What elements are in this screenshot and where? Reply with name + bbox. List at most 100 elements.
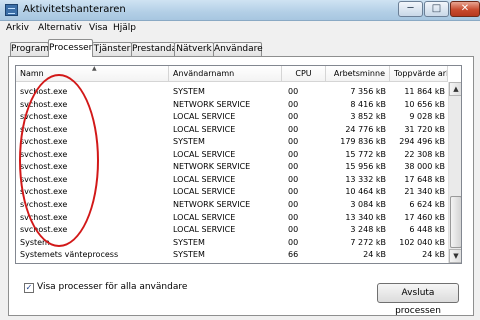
cell-cpu: 00 — [288, 137, 299, 147]
cell-process-name: svchost.exe — [20, 137, 68, 147]
table-row[interactable]: svchost.exe SYSTEM 00 179 836 kB 294 496 kB — [16, 136, 448, 149]
cell-cpu: 00 — [288, 162, 299, 172]
cell-process-name: Systemets vänteprocess — [20, 250, 119, 260]
maximize-button[interactable]: □ — [424, 1, 449, 17]
column-header-name-label: Namn — [20, 69, 44, 78]
cell-process-name: svchost.exe — [20, 99, 68, 109]
cell-username: SYSTEM — [173, 87, 205, 96]
cell-peak-working-set: 10 656 kB — [404, 99, 445, 109]
tab-natverk[interactable]: Nätverk — [174, 42, 214, 56]
table-row[interactable]: System SYSTEM 00 7 272 kB 102 040 kB — [16, 237, 448, 250]
cell-process-name: svchost.exe — [20, 187, 68, 197]
cell-username: LOCAL SERVICE — [173, 149, 236, 159]
cell-cpu: 66 — [288, 250, 299, 260]
tab-anvandare[interactable]: Användare — [213, 42, 263, 56]
cell-working-set: 179 836 kB — [340, 137, 386, 147]
client-area: Program Processer Tjänster Prestanda Nät… — [0, 36, 480, 320]
tab-prestanda[interactable]: Prestanda — [131, 42, 177, 56]
cell-username: SYSTEM — [173, 137, 205, 147]
cell-working-set: 10 464 kB — [345, 187, 386, 197]
scroll-down-button[interactable]: ▼ — [449, 249, 461, 263]
title-bar[interactable]: Aktivitetshanteraren ─ □ ✕ — [0, 0, 480, 21]
cell-peak-working-set: 31 720 kB — [404, 124, 445, 134]
cell-username: NETWORK SERVICE — [173, 162, 251, 172]
cell-cpu: 00 — [288, 187, 299, 197]
cell-username: LOCAL SERVICE — [173, 225, 236, 235]
column-header-name[interactable]: ▲ Namn — [16, 66, 169, 82]
end-process-button[interactable]: Avsluta processen — [377, 283, 459, 316]
minimize-button[interactable]: ─ — [398, 1, 423, 17]
process-list[interactable]: ▲ Namn Användarnamn CPU Arbetsminne Topp… — [15, 65, 462, 264]
cell-username: NETWORK SERVICE — [173, 99, 251, 109]
column-header-username[interactable]: Användarnamn — [169, 66, 282, 82]
cell-process-name: svchost.exe — [20, 124, 68, 134]
cell-process-name: svchost.exe — [20, 87, 68, 96]
cell-cpu: 00 — [288, 99, 299, 109]
table-row[interactable]: svchost.exe NETWORK SERVICE 00 3 084 kB 6 62… — [16, 199, 448, 212]
vertical-scrollbar[interactable]: ▲ ▼ — [448, 82, 461, 263]
cell-working-set: 13 332 kB — [345, 174, 386, 184]
cell-username: LOCAL SERVICE — [173, 124, 236, 134]
menu-arkiv[interactable]: Arkiv — [6, 23, 29, 33]
table-row[interactable]: svchost.exe LOCAL SERVICE 00 13 340 kB 17 46… — [16, 212, 448, 225]
cell-username: LOCAL SERVICE — [173, 112, 236, 122]
menu-visa[interactable]: Visa — [89, 23, 108, 33]
cell-username: LOCAL SERVICE — [173, 187, 236, 197]
cell-process-name: svchost.exe — [20, 149, 68, 159]
table-row[interactable]: svchost.exe NETWORK SERVICE 00 15 956 kB 38 … — [16, 161, 448, 174]
cell-peak-working-set: 22 308 kB — [404, 149, 445, 159]
table-row[interactable]: svchost.exe LOCAL SERVICE 00 15 772 kB 22 30… — [16, 149, 448, 162]
task-manager-icon — [5, 4, 18, 16]
cell-peak-working-set: 6 624 kB — [409, 199, 445, 209]
cell-working-set: 15 956 kB — [345, 162, 386, 172]
cell-peak-working-set: 17 648 kB — [404, 174, 445, 184]
table-row[interactable]: svchost.exe LOCAL SERVICE 00 24 776 kB 31 72… — [16, 124, 448, 137]
cell-peak-working-set: 9 028 kB — [409, 112, 445, 122]
cell-working-set: 3 248 kB — [350, 225, 386, 235]
cell-username: SYSTEM — [173, 250, 205, 260]
cell-process-name: svchost.exe — [20, 174, 68, 184]
show-all-processes-checkbox[interactable]: ✓ — [24, 283, 34, 293]
cell-working-set: 3 084 kB — [350, 199, 386, 209]
table-row[interactable]: svchost.exe LOCAL SERVICE 00 3 852 kB 9 028 … — [16, 111, 448, 124]
table-row[interactable]: svchost.exe LOCAL SERVICE 00 13 332 kB 17 64… — [16, 174, 448, 187]
cell-cpu: 00 — [288, 149, 299, 159]
menu-alternativ[interactable]: Alternativ — [38, 23, 82, 33]
table-row[interactable]: svchost.exe NETWORK SERVICE 00 8 416 kB 10 6… — [16, 99, 448, 112]
column-header-peak-working-set[interactable]: Toppvärde arb... — [390, 66, 448, 82]
cell-working-set: 8 416 kB — [350, 99, 386, 109]
cell-process-name: svchost.exe — [20, 199, 68, 209]
cell-peak-working-set: 21 340 kB — [404, 187, 445, 197]
cell-working-set: 13 340 kB — [345, 212, 386, 222]
cell-peak-working-set: 17 460 kB — [404, 212, 445, 222]
cell-cpu: 00 — [288, 87, 299, 96]
tab-program[interactable]: Program — [10, 42, 49, 56]
tab-tjanster[interactable]: Tjänster — [92, 42, 132, 56]
cell-username: LOCAL SERVICE — [173, 212, 236, 222]
cell-working-set: 3 852 kB — [350, 112, 386, 122]
table-row[interactable]: Systemets vänteprocess SYSTEM 66 24 kB 24 kB — [16, 249, 448, 262]
close-button[interactable]: ✕ — [450, 1, 480, 17]
cell-cpu: 00 — [288, 174, 299, 184]
cell-username: SYSTEM — [173, 237, 205, 247]
cell-process-name: svchost.exe — [20, 112, 68, 122]
cell-peak-working-set: 24 kB — [422, 250, 445, 260]
cell-cpu: 00 — [288, 199, 299, 209]
table-row[interactable]: svchost.exe LOCAL SERVICE 00 10 464 kB 21 34… — [16, 186, 448, 199]
cell-username: NETWORK SERVICE — [173, 199, 251, 209]
menu-hjalp[interactable]: Hjälp — [113, 23, 136, 33]
cell-cpu: 00 — [288, 124, 299, 134]
scroll-thumb[interactable] — [450, 196, 461, 248]
sort-ascending-icon: ▲ — [92, 66, 97, 72]
column-header-working-set[interactable]: Arbetsminne — [326, 66, 390, 82]
table-row[interactable]: svchost.exe LOCAL SERVICE 00 3 248 kB 6 448 … — [16, 224, 448, 237]
column-header-cpu[interactable]: CPU — [282, 66, 326, 82]
cell-username: LOCAL SERVICE — [173, 174, 236, 184]
table-row[interactable]: svchost.exe SYSTEM 00 7 356 kB 11 864 kB — [16, 86, 448, 99]
tab-processer[interactable]: Processer — [48, 39, 93, 57]
scroll-up-button[interactable]: ▲ — [449, 82, 461, 96]
show-all-processes-label[interactable]: Visa processer för alla användare — [37, 282, 187, 292]
cell-process-name: svchost.exe — [20, 162, 68, 172]
cell-cpu: 00 — [288, 225, 299, 235]
cell-peak-working-set: 6 448 kB — [409, 225, 445, 235]
